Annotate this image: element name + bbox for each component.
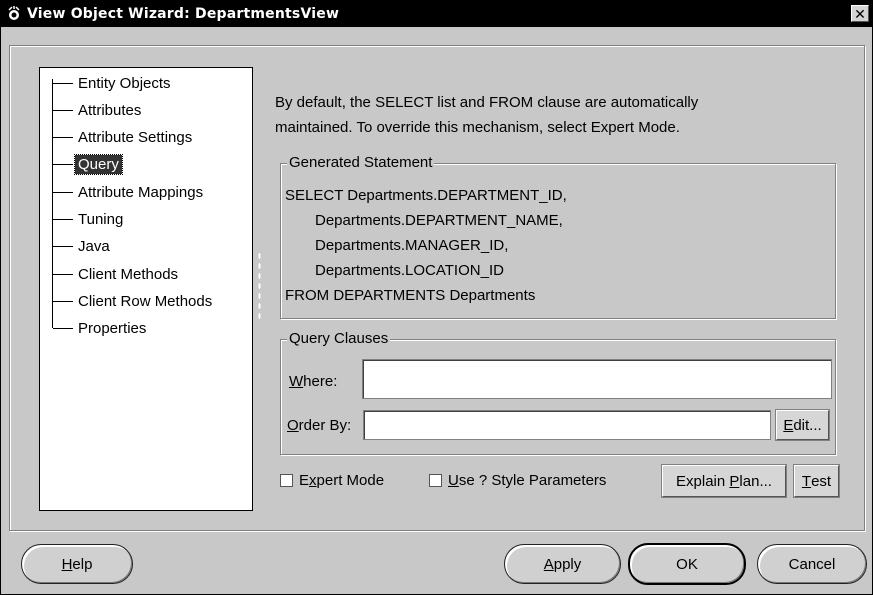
intro-text: By default, the SELECT list and FROM cla… [275,90,835,140]
wizard-step-tree[interactable]: Entity Objects Attributes Attribute Sett… [39,67,253,511]
order-by-input[interactable] [363,410,771,440]
use-style-parameters-checkbox-box[interactable] [429,474,442,487]
tree-branch [53,136,73,138]
use-style-parameters-checkbox[interactable]: Use ? Style Parameters [429,472,606,489]
ok-button[interactable]: OK [628,543,746,585]
use-style-parameters-label: Use ? Style Parameters [448,472,606,489]
wizard-window: View Object Wizard: DepartmentsView ✕ En… [0,0,873,595]
tree-item-label: Client Row Methods [78,292,213,310]
tree-item-query[interactable]: Query [53,153,123,175]
tree-item-client-methods[interactable]: Client Methods [53,263,181,285]
expert-mode-label-pre: E [299,472,310,489]
generated-sql-text: SELECT Departments.DEPARTMENT_ID, Depart… [285,183,785,308]
tree-item-attribute-settings[interactable]: Attribute Settings [53,126,195,148]
tree-item-attributes[interactable]: Attributes [53,99,144,121]
sql-line: Departments.DEPARTMENT_NAME, [315,212,563,229]
tree-branch [53,109,73,111]
expert-mode-label-mnemonic: x [309,472,317,489]
tree-item-entity-objects[interactable]: Entity Objects [53,72,174,94]
intro-line-1: By default, the SELECT list and FROM cla… [275,94,699,111]
sql-line: FROM DEPARTMENTS Departments [285,287,536,304]
tree-item-label: Properties [78,319,147,337]
use-style-parameters-label-mnemonic: U [448,472,459,489]
order-by-label: Order By: [287,417,351,434]
cancel-button-label: Cancel [788,555,836,573]
tree-item-label: Attribute Mappings [78,183,204,201]
sql-line: Departments.LOCATION_ID [315,262,504,279]
tree-branch [53,300,73,302]
tree-branch [53,273,73,275]
where-input[interactable] [362,359,832,399]
explain-plan-button[interactable]: Explain Plan... [661,464,787,498]
test-button-rest: est [811,472,832,490]
where-label-rest: here: [303,373,338,390]
edit-button-rest: dit... [793,416,822,434]
where-label-mnemonic: W [289,373,304,390]
use-style-parameters-label-rest: se ? Style Parameters [458,472,607,489]
expert-mode-checkbox-box[interactable] [280,474,293,487]
sql-line: Departments.MANAGER_ID, [315,237,509,254]
help-button-mnemonic: H [61,555,73,573]
explain-plan-label-mnemonic: P [729,472,740,490]
splitter-handle[interactable] [258,251,261,321]
ok-button-label: OK [676,555,698,573]
tree-item-properties[interactable]: Properties [53,317,149,339]
apply-button-rest: pply [553,555,582,573]
test-button[interactable]: Test [793,464,840,498]
query-clauses-legend: Query Clauses [287,329,391,349]
explain-plan-label-rest: lan... [739,472,772,490]
sql-line: SELECT Departments.DEPARTMENT_ID, [285,187,567,204]
cancel-button[interactable]: Cancel [757,544,867,584]
close-icon[interactable]: ✕ [851,5,869,22]
expert-mode-label: Expert Mode [299,472,384,489]
intro-line-2: maintained. To override this mechanism, … [275,119,680,136]
explain-plan-label-pre: Explain [676,472,726,490]
tree-item-java[interactable]: Java [53,235,113,257]
tree-item-client-row-methods[interactable]: Client Row Methods [53,290,215,312]
order-by-label-rest: rder By: [298,417,352,434]
apply-button[interactable]: Apply [504,544,621,584]
apply-button-mnemonic: A [543,555,554,573]
tree-item-label: Attribute Settings [78,128,193,146]
tree-branch [53,163,73,165]
help-button[interactable]: Help [21,544,133,584]
tree-branch [53,191,73,193]
window-title: View Object Wizard: DepartmentsView [27,6,340,22]
tree-branch [53,82,73,84]
expert-mode-checkbox[interactable]: Expert Mode [280,472,384,489]
where-label: Where: [289,373,337,390]
generated-statement-legend: Generated Statement [287,153,435,173]
edit-button[interactable]: Edit... [775,409,830,441]
tree-branch [53,327,73,329]
tree-item-label: Query [74,153,123,175]
tree-item-attribute-mappings[interactable]: Attribute Mappings [53,181,206,203]
tree-branch [53,245,73,247]
tree-item-label: Java [78,237,110,255]
wizard-app-icon [5,5,23,23]
tree-branch [53,218,73,220]
tree-item-tuning[interactable]: Tuning [53,208,126,230]
test-button-mnemonic: T [801,472,812,490]
title-bar[interactable]: View Object Wizard: DepartmentsView ✕ [1,1,872,27]
order-by-label-mnemonic: O [287,417,299,434]
tree-item-label: Entity Objects [78,74,171,92]
tree-item-label: Attributes [78,101,142,119]
tree-item-label: Tuning [78,210,124,228]
help-button-rest: elp [72,555,93,573]
expert-mode-label-rest: pert Mode [316,472,385,489]
tree-item-label: Client Methods [78,265,179,283]
edit-button-mnemonic: E [783,416,794,434]
